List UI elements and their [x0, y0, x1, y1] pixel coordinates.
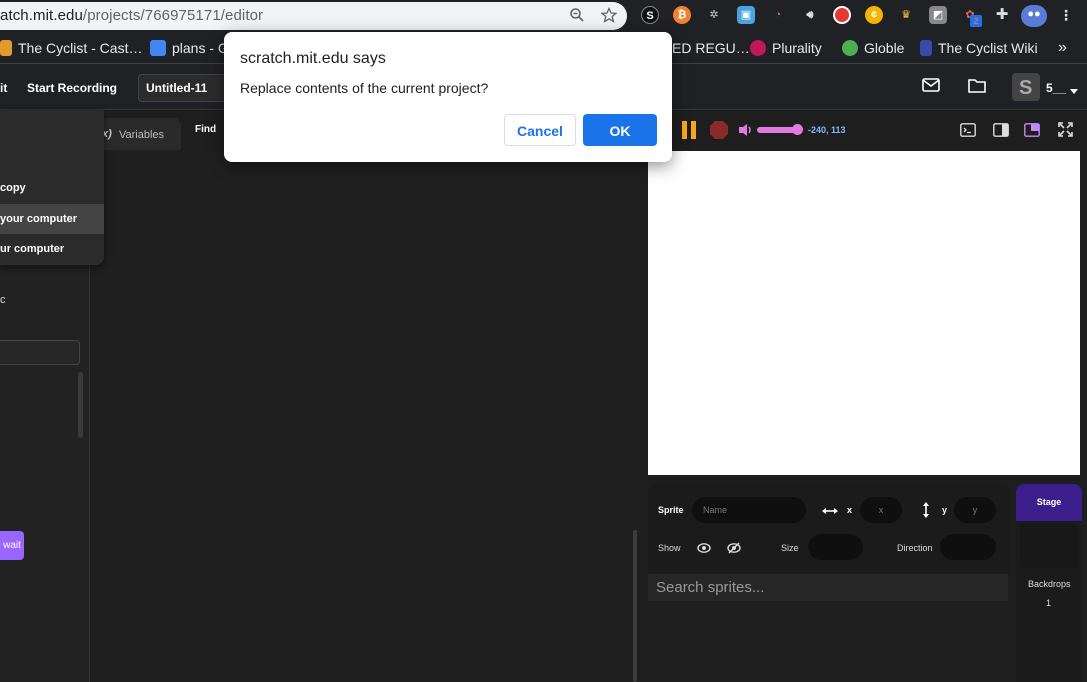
ok-button[interactable]: OK	[583, 114, 657, 146]
dialog-title: scratch.mit.edu says	[240, 50, 386, 67]
url-path: /projects/766975171/editor	[82, 7, 264, 24]
size-input[interactable]	[808, 534, 863, 560]
stage-divider	[640, 476, 1087, 482]
ext-volume-icon[interactable]: 🔊︎	[801, 6, 819, 24]
ext-gear-icon[interactable]: ✲	[705, 6, 723, 24]
ext-orange-icon[interactable]: ₿	[673, 6, 691, 24]
svg-text:S: S	[1019, 77, 1032, 99]
extensions-puzzle-icon[interactable]: ✚	[993, 6, 1011, 24]
wait-block[interactable]: wait	[0, 531, 24, 560]
start-recording-button[interactable]: Start Recording	[27, 81, 117, 95]
palette-text: c	[0, 294, 6, 306]
mouse-coordinates: -240, 113	[808, 125, 846, 135]
file-menu-dropdown: copy your computer ur computer	[0, 110, 104, 265]
y-input[interactable]: y	[954, 497, 996, 523]
url-host: atch.mit.edu	[0, 7, 83, 24]
direction-input[interactable]	[940, 534, 996, 560]
messages-icon[interactable]	[922, 78, 940, 95]
ext-record-icon[interactable]	[833, 6, 851, 24]
volume-icon[interactable]	[738, 123, 754, 142]
cyclist-wiki-icon	[920, 40, 932, 56]
stage-controls	[640, 110, 1087, 150]
bookmark-item[interactable]: Globle	[842, 39, 904, 57]
ext-coin-icon[interactable]: ¢	[865, 6, 883, 24]
sprite-info-panel: Sprite Name x x y y Show Size Direction	[648, 484, 1010, 574]
save-copy-item[interactable]: copy	[0, 173, 104, 203]
bookmark-label: Globle	[864, 40, 905, 56]
palette-scrollbar[interactable]	[78, 372, 83, 438]
ext-s-icon[interactable]: S	[641, 6, 659, 24]
direction-label: Direction	[897, 543, 933, 553]
y-label: y	[942, 505, 948, 515]
ext-badge: 2	[970, 15, 982, 27]
stage-header[interactable]: Stage	[1016, 484, 1082, 521]
search-sprites-input[interactable]: Search sprites...	[648, 574, 1008, 601]
volume-slider-handle[interactable]	[792, 124, 803, 135]
console-icon[interactable]	[960, 123, 976, 142]
show-eye-icon[interactable]	[697, 541, 711, 559]
account-caret-icon[interactable]	[1070, 84, 1078, 98]
bookmark-label: ED REGU…	[672, 40, 750, 56]
bookmark-label: Plurality	[772, 40, 822, 56]
ext-puzzle-red-icon[interactable]: ✿2	[961, 6, 982, 27]
pause-icon[interactable]	[680, 121, 700, 144]
address-bar[interactable]: atch.mit.edu/projects/766975171/editor	[0, 2, 627, 30]
x-label: x	[847, 505, 853, 515]
ext-picture-icon[interactable]: ▣	[737, 6, 755, 24]
my-stuff-folder-icon[interactable]	[968, 78, 986, 96]
x-arrows-icon	[822, 504, 838, 522]
small-stage-icon[interactable]	[993, 123, 1009, 142]
bookmark-item[interactable]: Plurality	[750, 39, 822, 57]
ext-crown-icon[interactable]: ♛	[897, 6, 915, 24]
palette-field[interactable]	[0, 340, 80, 365]
account-avatar[interactable]: S	[1012, 73, 1040, 101]
bookmark-item[interactable]: ED REGU…	[672, 39, 750, 57]
bookmark-favicon-icon	[0, 40, 12, 56]
bookmark-item[interactable]: The Cyclist Wiki	[920, 39, 1038, 57]
save-to-computer-item[interactable]: ur computer	[0, 234, 104, 264]
bookmark-item[interactable]: The Cyclist - Cast…	[0, 39, 142, 57]
ext-grey-icon[interactable]: ◩	[929, 6, 947, 24]
plurality-icon	[750, 40, 766, 56]
edit-menu[interactable]: it	[0, 81, 7, 95]
sprite-label: Sprite	[658, 505, 684, 515]
stage-canvas[interactable]	[648, 151, 1080, 475]
load-from-computer-item[interactable]: your computer	[0, 204, 104, 234]
bookmark-label: The Cyclist Wiki	[938, 40, 1038, 56]
cancel-button[interactable]: Cancel	[504, 114, 576, 146]
stop-icon[interactable]	[709, 120, 729, 145]
normal-stage-icon[interactable]	[1024, 123, 1040, 142]
project-title-input[interactable]: Untitled-11	[138, 74, 238, 102]
backdrops-label: Backdrops	[1028, 579, 1071, 589]
hide-eye-icon[interactable]	[727, 541, 741, 559]
backdrops-count: 1	[1046, 598, 1052, 608]
url-text[interactable]: atch.mit.edu/projects/766975171/editor	[0, 7, 263, 24]
profile-avatar-icon[interactable]: ●●	[1021, 5, 1047, 27]
workspace-scrollbar[interactable]	[633, 530, 637, 682]
show-label: Show	[658, 543, 681, 553]
fullscreen-icon[interactable]	[1058, 122, 1073, 142]
bookmark-label: The Cyclist - Cast…	[18, 40, 143, 56]
ext-clock-icon[interactable]: ◔	[769, 6, 787, 24]
bookmark-item[interactable]: plans - G	[150, 39, 229, 57]
google-docs-icon	[150, 40, 166, 56]
stage-thumbnail[interactable]	[1020, 524, 1078, 568]
browser-toolbar: atch.mit.edu/projects/766975171/editor S…	[0, 0, 1087, 32]
bookmark-label: plans - G	[172, 40, 229, 56]
code-workspace[interactable]	[90, 150, 640, 682]
bookmark-star-icon[interactable]	[600, 6, 618, 25]
sprite-name-input[interactable]: Name	[692, 497, 806, 523]
account-name[interactable]: 5__	[1046, 81, 1066, 95]
globe-icon	[842, 40, 858, 56]
x-input[interactable]: x	[860, 497, 902, 523]
y-arrows-icon	[920, 502, 932, 523]
browser-menu-icon[interactable]: ⋮	[1057, 6, 1075, 24]
find-tab[interactable]: Find	[195, 124, 216, 135]
dialog-message: Replace contents of the current project?	[240, 80, 489, 96]
confirm-dialog: scratch.mit.edu says Replace contents of…	[224, 32, 672, 162]
size-label: Size	[781, 543, 799, 553]
more-bookmarks-button[interactable]: »	[1058, 39, 1067, 57]
variables-tab-label: Variables	[119, 129, 165, 141]
zoom-icon[interactable]	[568, 7, 586, 25]
